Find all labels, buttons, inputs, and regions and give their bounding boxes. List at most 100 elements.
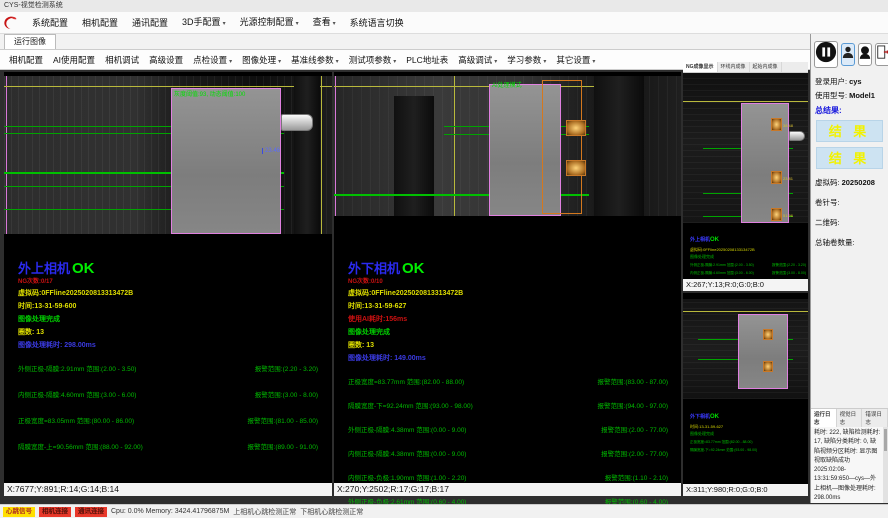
user-dark-icon: [859, 45, 871, 64]
overlay-line: [4, 86, 332, 87]
login-user-row: 登录用户: cys: [811, 74, 888, 88]
camera-image-upper[interactable]: 灰度阈值:93, 动态阈值:100 23.46: [4, 76, 332, 234]
virtual-code-label: 虚拟码:: [815, 177, 840, 188]
defect-highlight: [566, 120, 586, 136]
status-bar: 心跳信号 相机连接 通讯连接 Cpu: 0.0% Memory: 3424.41…: [0, 504, 888, 518]
time-line: 时间:13-31-59-600: [18, 301, 324, 311]
measure-tag: 23.46: [262, 148, 280, 154]
log-scrollbar[interactable]: [883, 427, 888, 503]
total-count-row: 总轴卷数量:: [811, 235, 888, 249]
pin-number-row: 卷针号:: [811, 195, 888, 209]
tab-start-image[interactable]: 起始内成像: [750, 62, 782, 72]
camera-info-lower: 外下相机OK NG次数:0/10 虚拟码:0FFline202502081331…: [348, 258, 673, 520]
tool-image-processing[interactable]: 图像处理: [237, 54, 286, 66]
process-done-line: 图像处理完成: [18, 314, 324, 324]
measurement-value: 内侧正极-隔膜:4.60mm 范围:(3.00 - 6.00): [18, 389, 136, 399]
measurement-value: 外侧正极-隔膜:2.91mm 范围:(2.00 - 3.50): [18, 363, 136, 373]
camera-status: OK: [710, 414, 719, 420]
tab-connector-shape: [789, 131, 805, 141]
tool-learning-params[interactable]: 学习参数: [502, 54, 551, 66]
camera-panel-lower: AI处理模式 外下相机OK NG次数:0/10 虚拟码:0FFline20250…: [334, 72, 681, 496]
heartbeat-status-badge: 心跳信号: [3, 507, 35, 517]
menu-view[interactable]: 查看: [306, 11, 343, 35]
log-entry: 耗时: 222, 缺陷检测耗时: 17, 缺陷分类耗时: 0, 缺陷视频分区耗时…: [814, 430, 880, 501]
detected-cell-region: [171, 88, 281, 234]
measurement-row: 正极宽度=83.05mm 范围:(80.00 - 86.00)报警范围:(81.…: [18, 415, 318, 425]
alarm-range: 报警范围:(1.10 - 2.10): [605, 472, 668, 482]
measurement-value: 隔膜宽度-下=92.24mm 范围:(93.00 - 98.00): [348, 400, 473, 410]
camera-name: 外下相机: [690, 414, 710, 420]
camera-info-upper: 外上相机OK NG次数:0/17 虚拟码:0FFline202502081331…: [18, 258, 324, 467]
measurement-row: 外侧正极-隔膜:2.91mm 范围:(2.00 - 3.50)报警范围:(2.2…: [18, 363, 318, 373]
camera-status: OK: [402, 260, 425, 277]
tab-ring-image[interactable]: 环线内成像: [718, 62, 750, 72]
comm-connection-badge: 通讯连接: [75, 507, 107, 517]
exit-button[interactable]: [875, 43, 888, 66]
ng-image-panel-top: NG成像显示 环线内成像 起始内成像 38.48 23.81 51.96 外上相…: [683, 62, 808, 291]
ai-mode-label: AI处理模式: [492, 80, 522, 89]
total-count-label: 总轴卷数量:: [815, 237, 855, 248]
virtual-code-value: 20250208: [842, 178, 875, 187]
tool-camera-config[interactable]: 相机配置: [4, 54, 48, 66]
measurement-value: 内侧正极-负极:1.90mm 范围:(1.00 - 2.20): [348, 472, 466, 482]
qr-code-label: 二维码:: [815, 217, 840, 228]
pixel-coordinate-readout: X:311;Y:980;R:0;G:0;B:0: [683, 484, 808, 496]
tab-run-log[interactable]: 运行日志: [811, 409, 837, 427]
overlay-line: [6, 76, 7, 234]
menu-light-config[interactable]: 光源控制配置: [233, 11, 306, 35]
camera-status: OK: [710, 237, 719, 243]
measurement-row: 正极宽度=83.77mm 范围:(82.00 - 88.00): [690, 440, 806, 445]
ng-thumbnail-image[interactable]: [683, 299, 808, 399]
login-user-value: cys: [849, 77, 862, 86]
defect-label: 38.48: [783, 123, 793, 128]
model-value[interactable]: Model1: [849, 91, 875, 100]
pixel-coordinate-readout: X:7677;Y:891;R:14;G:14;B:14: [4, 483, 332, 496]
tool-plc-address[interactable]: PLC地址表: [401, 54, 453, 66]
tool-ai-config[interactable]: AI使用配置: [48, 54, 100, 66]
tool-camera-debug[interactable]: 相机调试: [100, 54, 144, 66]
ai-elapsed-line: 使用AI耗时:156ms: [348, 314, 673, 324]
tab-vision-log[interactable]: 视觉日志: [837, 409, 863, 427]
tab-error-log[interactable]: 错误日志: [862, 409, 888, 427]
tool-baseline-params[interactable]: 基准线参数: [286, 54, 344, 66]
process-done-line: 图像处理完成: [690, 254, 806, 260]
defect-label: 23.81: [783, 176, 793, 181]
menu-3d-config[interactable]: 3D手配置: [175, 11, 233, 35]
measurement-value: 外侧正极-隔膜:4.38mm 范围:(0.00 - 9.00): [348, 424, 466, 434]
menu-camera-config[interactable]: 相机配置: [75, 12, 125, 34]
tool-spot-check[interactable]: 点检设置: [188, 54, 237, 66]
result-indicator-upper: 结 果: [816, 120, 883, 142]
ng-thumbnail-image[interactable]: 38.48 23.81 51.96: [683, 73, 808, 223]
log-output[interactable]: 耗时: 222, 缺陷检测耗时: 17, 缺陷分类耗时: 0, 缺陷视频分区耗时…: [811, 427, 888, 503]
detected-cell-region: [738, 314, 788, 389]
pause-button[interactable]: [814, 41, 838, 68]
view-tab-row: 运行图像: [0, 34, 810, 50]
tool-advanced-debug[interactable]: 高级调试: [453, 54, 502, 66]
scrollbar-thumb[interactable]: [884, 429, 887, 451]
camera-image-lower[interactable]: AI处理模式: [334, 76, 681, 216]
operator-button[interactable]: [841, 43, 855, 66]
tool-other-settings[interactable]: 其它设置: [551, 54, 600, 66]
tool-advanced-settings[interactable]: 高级设置: [144, 54, 188, 66]
defect-highlight: [771, 208, 782, 221]
exit-door-icon: [876, 45, 888, 64]
tab-ng-display[interactable]: NG成像显示: [683, 62, 718, 72]
alarm-range: 报警范围:(3.00 - 8.00): [255, 389, 318, 399]
time-line: 时间:13-31-59-627: [348, 301, 673, 311]
user-switch-button[interactable]: [858, 43, 872, 66]
menu-system-config[interactable]: 系统配置: [25, 12, 75, 34]
measurement-value: 外侧正极-隔膜:2.91mm 范围:(2.00 - 3.50): [690, 263, 754, 268]
camera-panel-upper: 灰度阈值:93, 动态阈值:100 23.46 外上相机OK NG次数:0/17…: [4, 72, 332, 496]
camera-name: 外上相机: [690, 237, 710, 243]
measurement-row: 内侧正极-隔膜:4.38mm 范围:(0.00 - 9.00)报警范围:(2.0…: [348, 448, 668, 458]
scene-shadow: [294, 76, 320, 234]
upper-camera-heartbeat-status: 上相机心跳检测正常: [233, 507, 296, 517]
tab-run-image[interactable]: 运行图像: [4, 34, 56, 49]
tool-test-params[interactable]: 测试项参数: [344, 54, 402, 66]
measurement-row: 外侧正极-隔膜:4.38mm 范围:(0.00 - 9.00)报警范围:(2.0…: [348, 424, 668, 434]
menu-comm-config[interactable]: 通讯配置: [125, 12, 175, 34]
menu-language-switch[interactable]: 系统语言切换: [343, 12, 411, 34]
alarm-range: 报警范围:(89.00 - 91.00): [248, 441, 318, 451]
ng-tabs: NG成像显示 环线内成像 起始内成像: [683, 62, 808, 73]
app-window: CYS-视觉检测系统 系统配置 相机配置 通讯配置 3D手配置 光源控制配置 查…: [0, 0, 888, 522]
